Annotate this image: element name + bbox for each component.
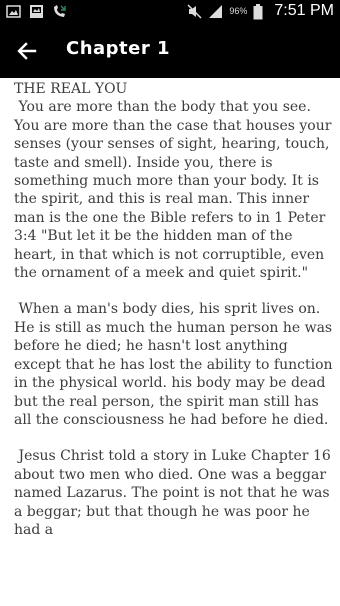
battery-icon bbox=[253, 3, 268, 19]
battery-percent: 96% bbox=[229, 6, 248, 16]
app-bar: Chapter 1 bbox=[0, 24, 340, 78]
clock: 7:51 PM bbox=[274, 2, 334, 19]
system-icons: 96% 7:51 PM bbox=[187, 2, 334, 20]
phone-missed-icon bbox=[52, 4, 67, 19]
image-icon bbox=[6, 4, 21, 19]
page-title: Chapter 1 bbox=[66, 38, 171, 59]
status-bar: 96% 7:51 PM bbox=[0, 0, 340, 24]
mute-icon bbox=[187, 3, 202, 19]
back-button[interactable] bbox=[12, 36, 42, 66]
paragraph: You are more than the body that you see.… bbox=[14, 99, 336, 282]
gallery-icon bbox=[29, 4, 44, 19]
paragraph: When a man's body dies, his sprit lives … bbox=[14, 301, 337, 428]
paragraph: Jesus Christ told a story in Luke Chapte… bbox=[14, 448, 336, 538]
chapter-heading: THE REAL YOU bbox=[14, 81, 128, 97]
signal-icon bbox=[208, 4, 223, 19]
notification-icons bbox=[6, 4, 67, 19]
chapter-content: THE REAL YOU You are more than the body … bbox=[14, 80, 334, 539]
arrow-back-icon bbox=[17, 42, 37, 60]
